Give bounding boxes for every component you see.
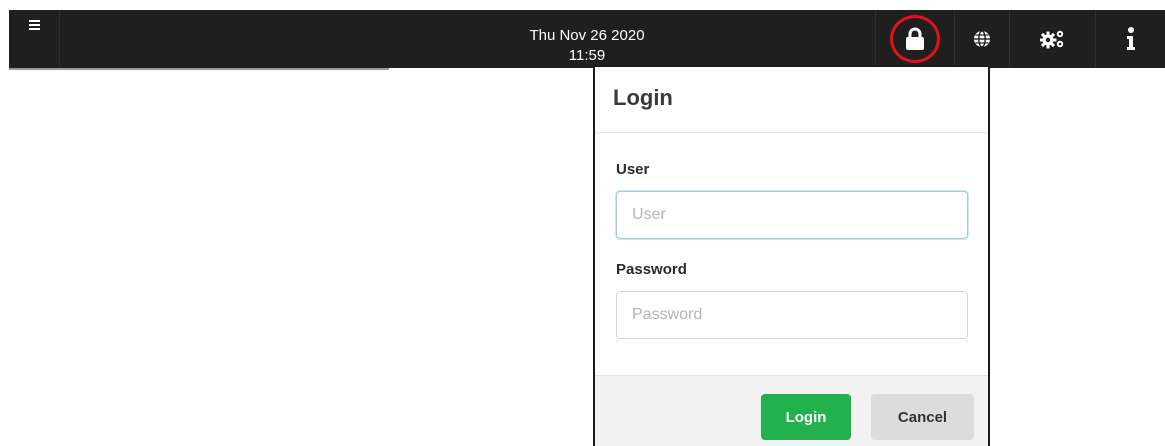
top-bar: Thu Nov 26 2020 11:59 — [9, 10, 1165, 68]
password-input[interactable] — [616, 291, 968, 339]
password-label: Password — [616, 261, 687, 278]
divider — [9, 68, 389, 70]
gears-icon — [1039, 30, 1063, 49]
dialog-footer: Login Cancel — [595, 375, 988, 446]
dialog-title: Login — [613, 85, 673, 110]
settings-button[interactable] — [1009, 10, 1095, 68]
dialog-body: User Password — [595, 133, 988, 374]
info-icon — [1126, 27, 1135, 50]
language-button[interactable] — [954, 10, 1009, 68]
globe-icon — [974, 30, 990, 48]
login-button[interactable]: Login — [761, 394, 851, 440]
info-button[interactable] — [1095, 10, 1165, 68]
dialog-header: Login — [595, 67, 988, 133]
current-date: Thu Nov 26 2020 — [529, 27, 645, 44]
login-dialog: Login User Password Login Cancel — [593, 65, 990, 446]
hamburger-menu-icon — [28, 20, 40, 30]
cancel-button[interactable]: Cancel — [871, 394, 974, 440]
highlight-circle — [890, 15, 940, 63]
lock-button[interactable] — [875, 10, 954, 68]
user-label: User — [616, 161, 650, 178]
user-input[interactable] — [616, 191, 968, 239]
menu-button[interactable] — [9, 10, 60, 68]
